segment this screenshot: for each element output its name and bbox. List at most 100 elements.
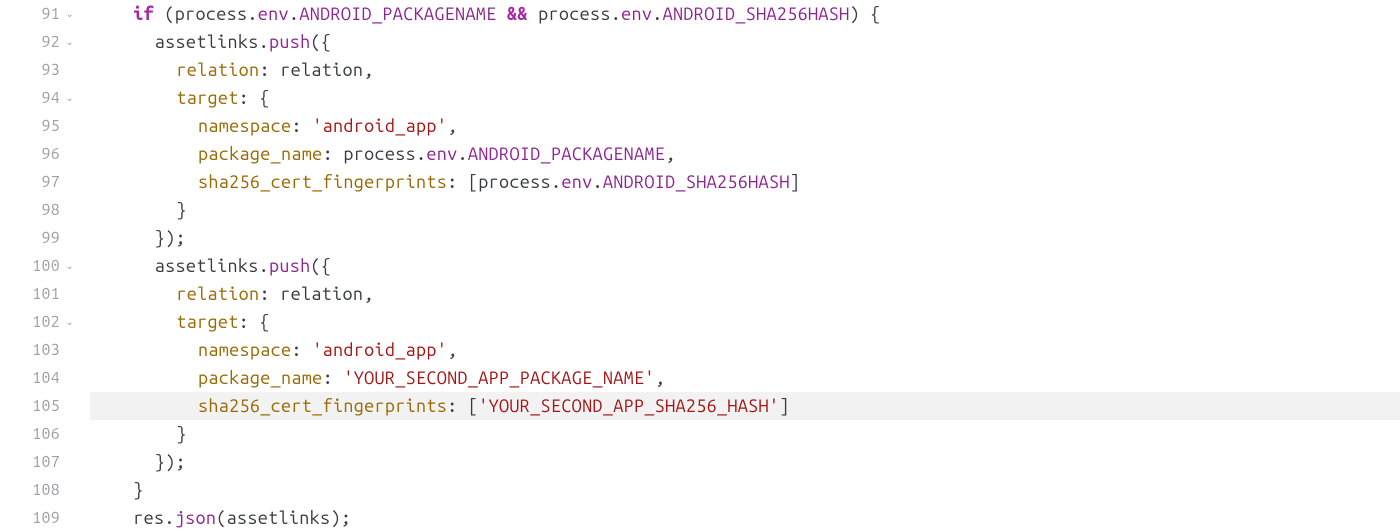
code-editor[interactable]: 91⌄92⌄9394⌄9596979899100⌄101102⌄10310410… xyxy=(0,0,1400,532)
token: process xyxy=(478,172,551,192)
token: ANDROID_SHA256HASH xyxy=(663,4,850,24)
token: } xyxy=(176,200,186,220)
line-number[interactable]: 103 xyxy=(0,336,60,364)
token: ( xyxy=(216,508,226,528)
token: 'YOUR_SECOND_APP_PACKAGE_NAME' xyxy=(343,368,654,388)
token: ({ xyxy=(311,256,332,276)
line-number[interactable]: 104 xyxy=(0,364,60,392)
token: env xyxy=(258,4,289,24)
token: , xyxy=(665,144,675,164)
code-line[interactable]: sha256_cert_fingerprints: [process.env.A… xyxy=(90,168,1400,196)
line-number[interactable]: 100⌄ xyxy=(0,252,60,280)
token: if xyxy=(133,4,154,24)
token: assetlinks xyxy=(155,256,259,276)
code-line[interactable]: } xyxy=(90,476,1400,504)
line-number[interactable]: 99 xyxy=(0,224,60,252)
token: ); xyxy=(330,508,351,528)
fold-toggle-icon[interactable]: ⌄ xyxy=(65,28,74,56)
code-line[interactable]: package_name: process.env.ANDROID_PACKAG… xyxy=(90,140,1400,168)
line-number-text: 101 xyxy=(32,285,60,303)
token: : xyxy=(291,340,312,360)
line-number[interactable]: 98 xyxy=(0,196,60,224)
code-line[interactable]: } xyxy=(90,196,1400,224)
line-number[interactable]: 91⌄ xyxy=(0,0,60,28)
line-number[interactable]: 102⌄ xyxy=(0,308,60,336)
code-line[interactable]: sha256_cert_fingerprints: ['YOUR_SECOND_… xyxy=(90,392,1400,420)
line-number[interactable]: 101 xyxy=(0,280,60,308)
token: ] xyxy=(790,172,800,192)
code-area[interactable]: if (process.env.ANDROID_PACKAGENAME && p… xyxy=(66,0,1400,532)
token: target xyxy=(176,88,238,108)
token: namespace xyxy=(198,116,291,136)
code-line[interactable]: res.json(assetlinks); xyxy=(90,504,1400,532)
line-number-text: 96 xyxy=(41,145,60,163)
token: } xyxy=(176,424,186,444)
token: } xyxy=(133,480,143,500)
fold-toggle-icon[interactable]: ⌄ xyxy=(65,84,74,112)
token: : xyxy=(259,284,280,304)
line-number[interactable]: 109 xyxy=(0,504,60,532)
code-line[interactable]: if (process.env.ANDROID_PACKAGENAME && p… xyxy=(90,0,1400,28)
code-line[interactable]: assetlinks.push({ xyxy=(90,28,1400,56)
token: assetlinks xyxy=(155,32,259,52)
token: : xyxy=(323,144,344,164)
token: . xyxy=(551,172,561,192)
token: namespace xyxy=(198,340,291,360)
token: package_name xyxy=(198,368,323,388)
token: ({ xyxy=(311,32,332,52)
line-number-text: 108 xyxy=(32,481,60,499)
token: . xyxy=(416,144,426,164)
line-number-text: 98 xyxy=(41,201,60,219)
line-number-text: 95 xyxy=(41,117,60,135)
token: sha256_cert_fingerprints xyxy=(198,396,447,416)
line-number[interactable]: 94⌄ xyxy=(0,84,60,112)
line-number-text: 91 xyxy=(41,5,60,23)
code-line[interactable]: assetlinks.push({ xyxy=(90,252,1400,280)
token: 'android_app' xyxy=(312,116,447,136)
line-number-text: 93 xyxy=(41,61,60,79)
line-number[interactable]: 95 xyxy=(0,112,60,140)
token: : xyxy=(259,60,280,80)
token: && xyxy=(507,4,528,24)
line-number-text: 109 xyxy=(32,509,60,527)
code-line[interactable]: target: { xyxy=(90,84,1400,112)
line-number[interactable]: 107 xyxy=(0,448,60,476)
code-line[interactable]: relation: relation, xyxy=(90,56,1400,84)
token: : [ xyxy=(447,172,478,192)
token: assetlinks xyxy=(227,508,331,528)
token: relation xyxy=(280,284,363,304)
line-number[interactable]: 105 xyxy=(0,392,60,420)
fold-toggle-icon[interactable]: ⌄ xyxy=(65,0,74,28)
code-line[interactable]: } xyxy=(90,420,1400,448)
token: . xyxy=(259,32,269,52)
token: : [ xyxy=(447,396,478,416)
token: res xyxy=(133,508,164,528)
token xyxy=(497,4,507,24)
code-line[interactable]: target: { xyxy=(90,308,1400,336)
token: 'android_app' xyxy=(312,340,447,360)
token: , xyxy=(363,284,373,304)
code-line[interactable]: }); xyxy=(90,448,1400,476)
fold-toggle-icon[interactable]: ⌄ xyxy=(65,252,74,280)
code-line[interactable]: namespace: 'android_app', xyxy=(90,336,1400,364)
token: relation xyxy=(176,60,259,80)
line-number[interactable]: 96 xyxy=(0,140,60,168)
line-number[interactable]: 92⌄ xyxy=(0,28,60,56)
code-line[interactable]: namespace: 'android_app', xyxy=(90,112,1400,140)
line-number[interactable]: 93 xyxy=(0,56,60,84)
token: process xyxy=(175,4,248,24)
token: process xyxy=(538,4,611,24)
token: . xyxy=(259,256,269,276)
token: env xyxy=(426,144,457,164)
token: ANDROID_PACKAGENAME xyxy=(299,4,496,24)
code-line[interactable]: package_name: 'YOUR_SECOND_APP_PACKAGE_N… xyxy=(90,364,1400,392)
fold-toggle-icon[interactable]: ⌄ xyxy=(65,308,74,336)
code-line[interactable]: relation: relation, xyxy=(90,280,1400,308)
line-number-gutter[interactable]: 91⌄92⌄9394⌄9596979899100⌄101102⌄10310410… xyxy=(0,0,66,532)
token: 'YOUR_SECOND_APP_SHA256_HASH' xyxy=(478,396,779,416)
code-line[interactable]: }); xyxy=(90,224,1400,252)
line-number[interactable]: 108 xyxy=(0,476,60,504)
line-number[interactable]: 97 xyxy=(0,168,60,196)
token: . xyxy=(164,508,174,528)
line-number[interactable]: 106 xyxy=(0,420,60,448)
